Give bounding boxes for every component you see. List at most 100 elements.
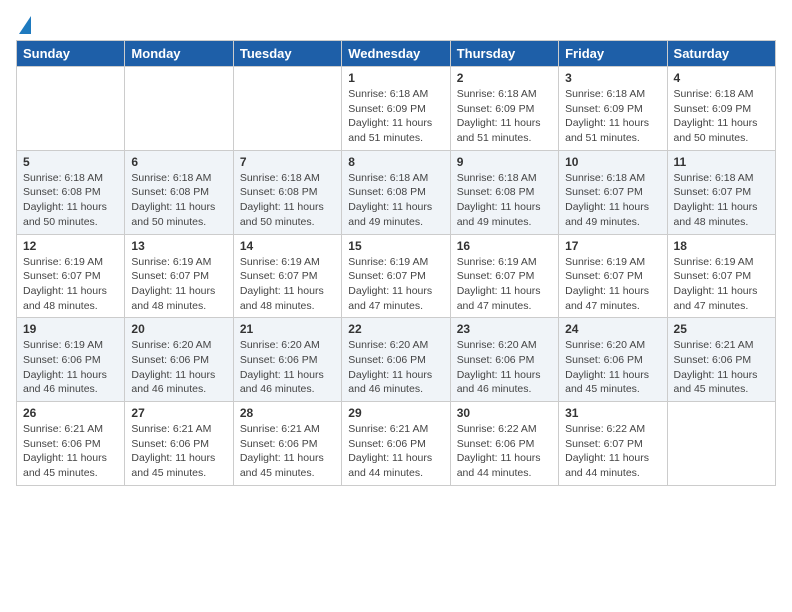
day-number: 21 [240, 322, 335, 336]
day-number: 10 [565, 155, 660, 169]
calendar-week-row: 19 Sunrise: 6:19 AMSunset: 6:06 PMDayligh… [17, 318, 776, 402]
day-info: Sunrise: 6:18 AMSunset: 6:09 PMDaylight:… [348, 87, 443, 146]
day-of-week-header: Saturday [667, 41, 775, 67]
day-number: 11 [674, 155, 769, 169]
calendar-cell: 29Sunrise: 6:21 AMSunset: 6:06 PMDayligh… [342, 402, 450, 486]
day-of-week-header: Tuesday [233, 41, 341, 67]
day-number: 1 [348, 71, 443, 85]
calendar-cell: 13Sunrise: 6:19 AMSunset: 6:07 PMDayligh… [125, 234, 233, 318]
logo [16, 16, 31, 32]
day-info: Sunrise: 6:20 AMSunset: 6:06 PMDaylight:… [348, 338, 443, 397]
day-number: 30 [457, 406, 552, 420]
calendar-header-row: SundayMondayTuesdayWednesdayThursdayFrid… [17, 41, 776, 67]
calendar-cell: 22Sunrise: 6:20 AMSunset: 6:06 PMDayligh… [342, 318, 450, 402]
page-header [16, 16, 776, 32]
day-info: Sunrise: 6:18 AMSunset: 6:08 PMDaylight:… [457, 171, 552, 230]
day-info: Sunrise: 6:21 AMSunset: 6:06 PMDaylight:… [23, 422, 118, 481]
calendar-cell: 27 Sunrise: 6:21 AMSunset: 6:06 PMDayligh… [125, 402, 233, 486]
calendar-table: SundayMondayTuesdayWednesdayThursdayFrid… [16, 40, 776, 486]
day-info: Sunrise: 6:18 AMSunset: 6:08 PMDaylight:… [131, 171, 226, 230]
day-info: Sunrise: 6:19 AMSunset: 6:06 PMDaylight:… [23, 338, 118, 397]
calendar-cell: 17 Sunrise: 6:19 AMSunset: 6:07 PMDayligh… [559, 234, 667, 318]
calendar-cell: 12 Sunrise: 6:19 AMSunset: 6:07 PMDayligh… [17, 234, 125, 318]
day-number: 26 [23, 406, 118, 420]
day-number: 16 [457, 239, 552, 253]
calendar-cell [17, 67, 125, 151]
logo-triangle-icon [19, 16, 31, 34]
day-number: 31 [565, 406, 660, 420]
day-number: 18 [674, 239, 769, 253]
day-number: 24 [565, 322, 660, 336]
day-info: Sunrise: 6:21 AMSunset: 6:06 PMDaylight:… [240, 422, 335, 481]
day-info: Sunrise: 6:21 AMSunset: 6:06 PMDaylight:… [674, 338, 769, 397]
day-info: Sunrise: 6:18 AMSunset: 6:07 PMDaylight:… [674, 171, 769, 230]
calendar-week-row: 12 Sunrise: 6:19 AMSunset: 6:07 PMDayligh… [17, 234, 776, 318]
calendar-cell: 30 Sunrise: 6:22 AMSunset: 6:06 PMDayligh… [450, 402, 558, 486]
day-number: 29 [348, 406, 443, 420]
day-number: 8 [348, 155, 443, 169]
calendar-cell: 21 Sunrise: 6:20 AMSunset: 6:06 PMDayligh… [233, 318, 341, 402]
calendar-cell: 3 Sunrise: 6:18 AMSunset: 6:09 PMDaylight… [559, 67, 667, 151]
day-number: 13 [131, 239, 226, 253]
day-info: Sunrise: 6:22 AMSunset: 6:06 PMDaylight:… [457, 422, 552, 481]
day-of-week-header: Monday [125, 41, 233, 67]
day-number: 17 [565, 239, 660, 253]
day-of-week-header: Wednesday [342, 41, 450, 67]
calendar-cell: 7 Sunrise: 6:18 AMSunset: 6:08 PMDaylight… [233, 150, 341, 234]
day-number: 2 [457, 71, 552, 85]
calendar-cell: 26 Sunrise: 6:21 AMSunset: 6:06 PMDayligh… [17, 402, 125, 486]
day-info: Sunrise: 6:18 AMSunset: 6:08 PMDaylight:… [348, 171, 443, 230]
day-info: Sunrise: 6:19 AMSunset: 6:07 PMDaylight:… [240, 255, 335, 314]
day-of-week-header: Friday [559, 41, 667, 67]
calendar-cell: 20 Sunrise: 6:20 AMSunset: 6:06 PMDayligh… [125, 318, 233, 402]
day-number: 5 [23, 155, 118, 169]
day-info: Sunrise: 6:18 AMSunset: 6:09 PMDaylight:… [457, 87, 552, 146]
day-number: 7 [240, 155, 335, 169]
day-info: Sunrise: 6:18 AMSunset: 6:07 PMDaylight:… [565, 171, 660, 230]
calendar-cell [667, 402, 775, 486]
day-info: Sunrise: 6:20 AMSunset: 6:06 PMDaylight:… [240, 338, 335, 397]
calendar-cell: 23 Sunrise: 6:20 AMSunset: 6:06 PMDayligh… [450, 318, 558, 402]
calendar-week-row: 1 Sunrise: 6:18 AMSunset: 6:09 PMDaylight… [17, 67, 776, 151]
day-info: Sunrise: 6:18 AMSunset: 6:09 PMDaylight:… [674, 87, 769, 146]
day-of-week-header: Thursday [450, 41, 558, 67]
calendar-cell: 28 Sunrise: 6:21 AMSunset: 6:06 PMDayligh… [233, 402, 341, 486]
calendar-cell [233, 67, 341, 151]
day-number: 19 [23, 322, 118, 336]
day-info: Sunrise: 6:18 AMSunset: 6:08 PMDaylight:… [240, 171, 335, 230]
day-number: 3 [565, 71, 660, 85]
day-number: 15 [348, 239, 443, 253]
calendar-cell: 24 Sunrise: 6:20 AMSunset: 6:06 PMDayligh… [559, 318, 667, 402]
calendar-cell: 31 Sunrise: 6:22 AMSunset: 6:07 PMDayligh… [559, 402, 667, 486]
day-number: 28 [240, 406, 335, 420]
day-number: 20 [131, 322, 226, 336]
day-info: Sunrise: 6:19 AMSunset: 6:07 PMDaylight:… [23, 255, 118, 314]
day-number: 25 [674, 322, 769, 336]
day-number: 27 [131, 406, 226, 420]
day-info: Sunrise: 6:20 AMSunset: 6:06 PMDaylight:… [457, 338, 552, 397]
calendar-cell: 2 Sunrise: 6:18 AMSunset: 6:09 PMDaylight… [450, 67, 558, 151]
day-of-week-header: Sunday [17, 41, 125, 67]
day-info: Sunrise: 6:22 AMSunset: 6:07 PMDaylight:… [565, 422, 660, 481]
calendar-cell: 11 Sunrise: 6:18 AMSunset: 6:07 PMDayligh… [667, 150, 775, 234]
calendar-cell [125, 67, 233, 151]
day-number: 12 [23, 239, 118, 253]
day-number: 14 [240, 239, 335, 253]
day-info: Sunrise: 6:18 AMSunset: 6:09 PMDaylight:… [565, 87, 660, 146]
calendar-cell: 18 Sunrise: 6:19 AMSunset: 6:07 PMDayligh… [667, 234, 775, 318]
calendar-cell: 10 Sunrise: 6:18 AMSunset: 6:07 PMDayligh… [559, 150, 667, 234]
calendar-cell: 9Sunrise: 6:18 AMSunset: 6:08 PMDaylight… [450, 150, 558, 234]
day-number: 23 [457, 322, 552, 336]
day-number: 6 [131, 155, 226, 169]
calendar-week-row: 26 Sunrise: 6:21 AMSunset: 6:06 PMDayligh… [17, 402, 776, 486]
calendar-cell: 6 Sunrise: 6:18 AMSunset: 6:08 PMDaylight… [125, 150, 233, 234]
calendar-cell: 1 Sunrise: 6:18 AMSunset: 6:09 PMDaylight… [342, 67, 450, 151]
calendar-cell: 16Sunrise: 6:19 AMSunset: 6:07 PMDayligh… [450, 234, 558, 318]
calendar-cell: 8 Sunrise: 6:18 AMSunset: 6:08 PMDaylight… [342, 150, 450, 234]
day-info: Sunrise: 6:19 AMSunset: 6:07 PMDaylight:… [674, 255, 769, 314]
day-info: Sunrise: 6:20 AMSunset: 6:06 PMDaylight:… [131, 338, 226, 397]
day-info: Sunrise: 6:21 AMSunset: 6:06 PMDaylight:… [131, 422, 226, 481]
day-info: Sunrise: 6:19 AMSunset: 6:07 PMDaylight:… [565, 255, 660, 314]
calendar-week-row: 5 Sunrise: 6:18 AMSunset: 6:08 PMDaylight… [17, 150, 776, 234]
day-info: Sunrise: 6:20 AMSunset: 6:06 PMDaylight:… [565, 338, 660, 397]
